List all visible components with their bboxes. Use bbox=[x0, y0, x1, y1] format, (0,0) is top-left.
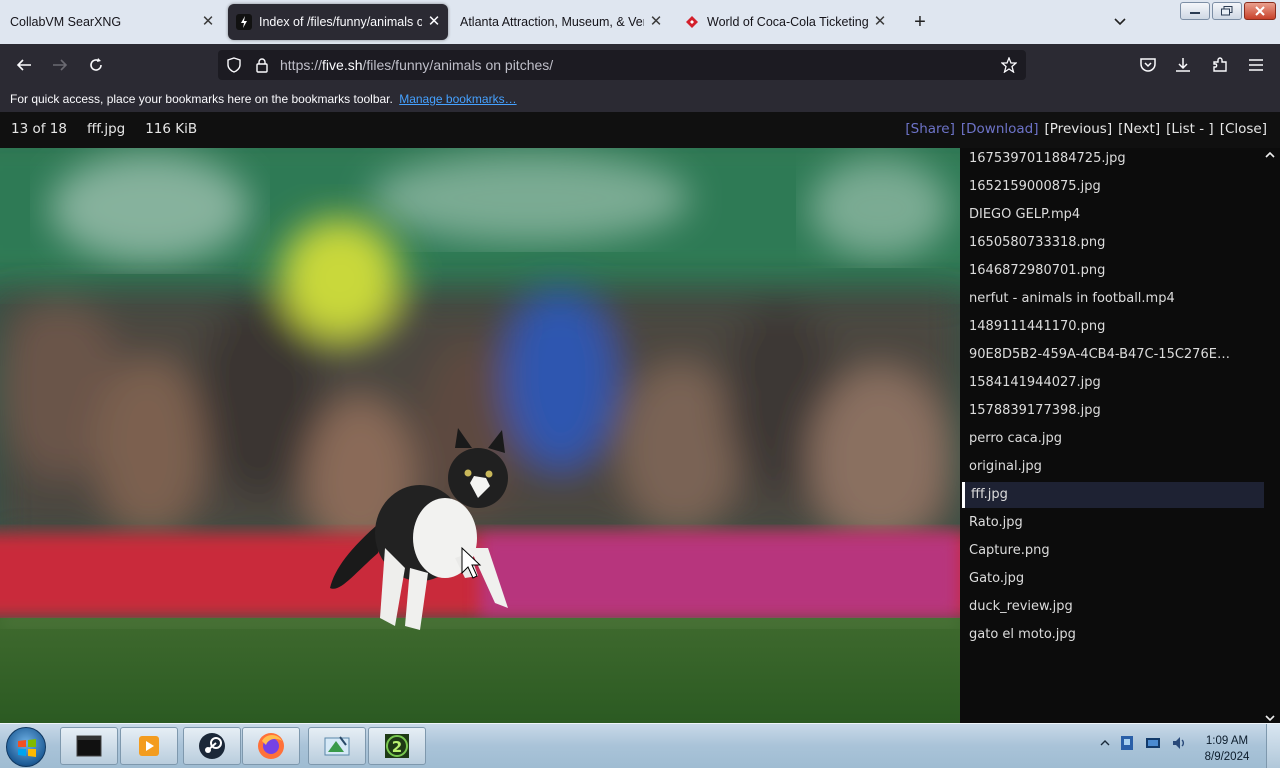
game-icon: 2 bbox=[385, 734, 409, 758]
file-list-item[interactable]: original.jpg bbox=[962, 454, 1264, 480]
close-tab-icon[interactable]: ✕ bbox=[426, 14, 442, 30]
file-list-panel: 1675397011884725.jpg 1652159000875.jpg DIE… bbox=[960, 148, 1280, 723]
share-link[interactable]: [Share] bbox=[905, 121, 955, 137]
file-list-item[interactable]: Capture.png bbox=[962, 538, 1264, 564]
navigation-toolbar: https://five.sh/files/funny/animals on p… bbox=[0, 44, 1280, 86]
close-tab-icon[interactable]: ✕ bbox=[200, 14, 216, 30]
taskbar-media-player[interactable] bbox=[120, 727, 178, 765]
restore-icon[interactable] bbox=[1212, 2, 1242, 20]
close-window-icon[interactable] bbox=[1244, 2, 1276, 20]
taskbar-terminal[interactable] bbox=[60, 727, 118, 765]
bookmarks-toolbar: For quick access, place your bookmarks h… bbox=[0, 86, 1280, 112]
minimize-icon[interactable] bbox=[1180, 2, 1210, 20]
steam-icon bbox=[199, 733, 225, 759]
windows-logo-icon bbox=[18, 739, 36, 757]
taskbar-firefox[interactable] bbox=[242, 727, 300, 765]
tab-index-files[interactable]: Index of /files/funny/animals on pitches… bbox=[228, 4, 448, 40]
manage-bookmarks-link[interactable]: Manage bookmarks… bbox=[399, 92, 516, 106]
file-list-item[interactable]: gato el moto.jpg bbox=[962, 622, 1264, 648]
tab-label: World of Coca-Cola Ticketing System bbox=[707, 15, 868, 29]
file-list-item[interactable]: 90E8D5B2-459A-4CB4-B47C-15C276E… bbox=[962, 342, 1264, 368]
start-button[interactable] bbox=[6, 727, 46, 767]
firefox-icon bbox=[258, 733, 284, 759]
clock-date: 8/9/2024 bbox=[1204, 751, 1250, 763]
menu-icon[interactable] bbox=[1244, 53, 1268, 77]
volume-icon[interactable] bbox=[1170, 734, 1188, 752]
chevron-down-icon[interactable] bbox=[1110, 12, 1130, 32]
previous-link[interactable]: [Previous] bbox=[1045, 121, 1113, 137]
image-size: 116 KiB bbox=[145, 121, 198, 137]
file-list-item[interactable]: perro caca.jpg bbox=[962, 426, 1264, 452]
file-list-item[interactable]: DIEGO GELP.mp4 bbox=[962, 202, 1264, 228]
clock-time: 1:09 AM bbox=[1205, 735, 1249, 747]
tab-coca-cola-ticketing[interactable]: World of Coca-Cola Ticketing System ✕ bbox=[676, 4, 894, 40]
show-desktop-button[interactable] bbox=[1266, 724, 1280, 768]
file-list-item-selected[interactable]: fff.jpg bbox=[962, 482, 1264, 508]
close-tab-icon[interactable]: ✕ bbox=[872, 14, 888, 30]
next-link[interactable]: [Next] bbox=[1118, 121, 1160, 137]
viewer-header: 13 of 18 fff.jpg 116 KiB [Share] [Downlo… bbox=[0, 112, 1280, 148]
star-icon[interactable] bbox=[1000, 56, 1018, 74]
media-player-icon bbox=[139, 736, 159, 756]
windows-taskbar: 2 1:09 AM 8/9/2024 bbox=[0, 723, 1280, 768]
taskbar-game[interactable]: 2 bbox=[368, 727, 426, 765]
download-icon[interactable] bbox=[1171, 53, 1195, 77]
url-scheme: https:// bbox=[280, 57, 323, 73]
scroll-down-icon[interactable] bbox=[1263, 711, 1277, 723]
download-link[interactable]: [Download] bbox=[961, 121, 1039, 137]
image-viewer[interactable] bbox=[0, 148, 960, 723]
close-link[interactable]: [Close] bbox=[1220, 121, 1267, 137]
file-list-item[interactable]: 1675397011884725.jpg bbox=[962, 148, 1264, 172]
close-tab-icon[interactable]: ✕ bbox=[648, 14, 664, 30]
lock-icon[interactable] bbox=[254, 57, 270, 73]
cat-on-pitch-photo bbox=[0, 148, 960, 723]
image-position: 13 of 18 bbox=[11, 121, 67, 137]
plus-icon[interactable]: + bbox=[910, 12, 930, 32]
back-arrow-icon[interactable] bbox=[12, 53, 36, 77]
forward-arrow-icon[interactable] bbox=[48, 53, 72, 77]
file-list-item[interactable]: duck_review.jpg bbox=[962, 594, 1264, 620]
shield-icon[interactable] bbox=[226, 57, 242, 73]
system-tray bbox=[1100, 734, 1188, 752]
taskbar-steam[interactable] bbox=[183, 727, 241, 765]
tray-expand-icon[interactable] bbox=[1100, 738, 1110, 748]
image-filename: fff.jpg bbox=[86, 121, 126, 137]
url-text: https://five.sh/files/funny/animals on p… bbox=[280, 57, 553, 73]
display-tray-icon[interactable] bbox=[1144, 734, 1162, 752]
tab-label: CollabVM SearXNG bbox=[10, 15, 122, 29]
url-path: /files/funny/animals on pitches/ bbox=[362, 57, 554, 73]
ticket-icon bbox=[684, 14, 700, 30]
list-link[interactable]: [List - ] bbox=[1166, 121, 1214, 137]
reload-icon[interactable] bbox=[84, 53, 108, 77]
url-host: five.sh bbox=[322, 57, 363, 73]
svg-text:2: 2 bbox=[392, 738, 402, 756]
tab-label: Index of /files/funny/animals on pitches… bbox=[259, 15, 422, 29]
tab-label: Atlanta Attraction, Museum, & Venue bbox=[460, 15, 644, 29]
network-tray-icon[interactable] bbox=[1118, 734, 1136, 752]
file-list-item[interactable]: 1489111441170.png bbox=[962, 314, 1264, 340]
taskbar-paint[interactable] bbox=[308, 727, 366, 765]
file-list-item[interactable]: 1584141944027.jpg bbox=[962, 370, 1264, 396]
file-list-item[interactable]: 1578839177398.jpg bbox=[962, 398, 1264, 424]
paint-icon bbox=[324, 736, 350, 756]
system-clock[interactable]: 1:09 AM 8/9/2024 bbox=[1196, 733, 1258, 765]
address-bar[interactable]: https://five.sh/files/funny/animals on p… bbox=[218, 50, 1026, 80]
tab-strip: CollabVM SearXNG ✕ Index of /files/funny… bbox=[0, 0, 1280, 44]
scroll-up-icon[interactable] bbox=[1263, 148, 1277, 162]
file-list-item[interactable]: 1650580733318.png bbox=[962, 230, 1264, 256]
file-list-item[interactable]: Gato.jpg bbox=[962, 566, 1264, 592]
bolt-icon bbox=[236, 14, 252, 30]
file-list-item[interactable]: 1652159000875.jpg bbox=[962, 174, 1264, 200]
tab-collabvm-searxng[interactable]: CollabVM SearXNG ✕ bbox=[0, 4, 222, 40]
file-list-item[interactable]: 1646872980701.png bbox=[962, 258, 1264, 284]
file-list-item[interactable]: nerfut - animals in football.mp4 bbox=[962, 286, 1264, 312]
tab-atlanta-attraction[interactable]: Atlanta Attraction, Museum, & Venue ✕ bbox=[452, 4, 670, 40]
window-controls bbox=[1180, 2, 1276, 20]
file-list-item[interactable]: Rato.jpg bbox=[962, 510, 1264, 536]
pocket-icon[interactable] bbox=[1136, 53, 1160, 77]
bookmarks-message: For quick access, place your bookmarks h… bbox=[10, 92, 393, 106]
extensions-icon[interactable] bbox=[1208, 53, 1232, 77]
terminal-icon bbox=[76, 735, 102, 757]
